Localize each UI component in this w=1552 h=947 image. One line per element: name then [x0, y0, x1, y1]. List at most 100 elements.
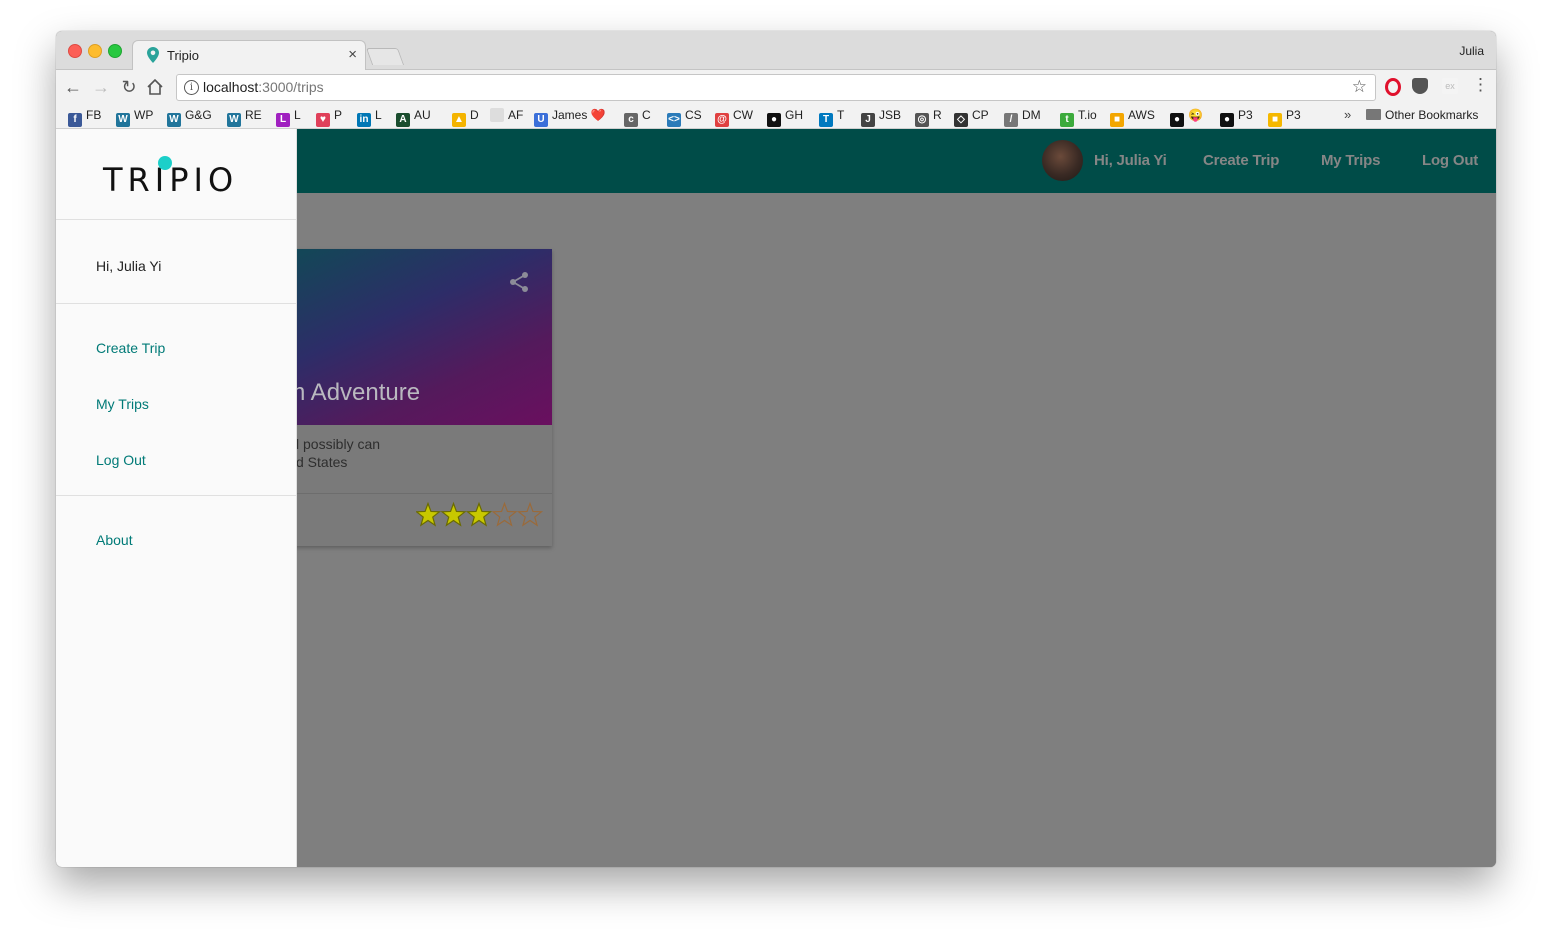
browser-tab-active[interactable]: Tripio × — [132, 40, 366, 71]
bookmark-item[interactable]: @ CW — [715, 108, 753, 127]
bookmark-item[interactable]: ◇ CP — [954, 108, 989, 127]
avatar[interactable] — [1042, 140, 1083, 181]
bookmark-item[interactable]: f FB — [68, 108, 102, 127]
map-pin-icon — [147, 47, 159, 63]
url-text[interactable]: localhost:3000/trips — [203, 79, 324, 95]
tab-title: Tripio — [167, 48, 200, 63]
bookmark-item[interactable]: ● GH — [767, 108, 803, 127]
bookmark-favicon-icon: @ — [715, 113, 729, 127]
bookmark-item[interactable]: ▲ D — [452, 108, 479, 127]
bookmark-label: FB — [86, 108, 102, 122]
bookmark-item[interactable]: TT — [819, 108, 845, 127]
bookmark-item[interactable]: W WP — [116, 108, 153, 127]
bookmark-label: CW — [733, 108, 753, 122]
home-icon[interactable] — [146, 79, 164, 95]
star-filled-icon[interactable] — [440, 501, 467, 527]
bookmark-label: T — [837, 108, 845, 122]
bookmark-favicon-icon: ■ — [1110, 113, 1124, 127]
ex-extension-icon[interactable]: ex — [1442, 78, 1458, 94]
bookmark-favicon-icon: t — [1060, 113, 1074, 127]
drawer-log-out-link[interactable]: Log Out — [96, 452, 146, 468]
bookmark-favicon-icon: T — [819, 113, 833, 127]
bookmark-item[interactable]: in L — [357, 108, 382, 127]
info-icon[interactable]: i — [184, 80, 199, 95]
bookmark-label: JSB — [879, 108, 902, 122]
header-my-trips-link[interactable]: My Trips — [1321, 152, 1380, 169]
bookmark-favicon-icon: ● — [1170, 113, 1184, 127]
bookmark-label: G&G — [185, 108, 212, 122]
bookmark-label: P3 — [1286, 108, 1301, 122]
profile-name[interactable]: Julia — [1459, 44, 1484, 58]
close-window-button[interactable] — [68, 44, 82, 58]
bookmark-favicon-icon: W — [167, 113, 181, 127]
bookmark-item[interactable]: t T.io — [1060, 108, 1097, 127]
reload-icon[interactable]: ↻ — [118, 76, 140, 98]
trip-card-line-1: l possibly can — [296, 436, 381, 452]
header-log-out-link[interactable]: Log Out — [1422, 152, 1478, 169]
bookmark-favicon-icon: ▲ — [452, 113, 466, 127]
bookmarks-overflow-icon[interactable]: » — [1344, 107, 1351, 122]
forward-arrow-icon[interactable]: → — [90, 76, 112, 98]
bookmark-item[interactable]: cC — [624, 108, 651, 127]
star-filled-icon[interactable] — [465, 501, 493, 527]
bookmark-favicon-icon: c — [624, 113, 638, 127]
address-bar[interactable]: i localhost:3000/trips ☆ — [176, 74, 1376, 101]
drawer-create-trip-link[interactable]: Create Trip — [96, 340, 165, 356]
new-tab-button[interactable] — [365, 48, 405, 65]
bookmark-item[interactable]: <> CS — [667, 108, 702, 127]
back-arrow-icon[interactable]: ← — [62, 76, 84, 98]
trip-card-line-2: d States — [296, 454, 348, 470]
bookmark-favicon-icon: ● — [1220, 113, 1234, 127]
browser-toolbar: ← → ↻ i localhost:3000/trips ☆ ex ⋮ — [56, 70, 1496, 104]
browser-titlebar: Tripio × Julia — [56, 31, 1496, 71]
bookmark-item[interactable]: ● 😜 — [1170, 108, 1203, 127]
bookmark-item[interactable]: / DM — [1004, 108, 1041, 127]
bookmark-label: P — [334, 108, 343, 122]
header-create-trip-link[interactable]: Create Trip — [1203, 152, 1279, 169]
bookmark-label: D — [470, 108, 479, 122]
drawer-my-trips-link[interactable]: My Trips — [96, 396, 149, 412]
fullscreen-window-button[interactable] — [108, 44, 122, 58]
bookmark-label: L — [375, 108, 382, 122]
star-filled-icon[interactable] — [416, 501, 442, 527]
logo-dot — [158, 156, 172, 170]
drawer-divider — [56, 495, 296, 496]
opera-extension-icon[interactable] — [1385, 78, 1401, 96]
browser-menu-icon[interactable]: ⋮ — [1472, 75, 1489, 95]
bookmark-item[interactable]: AF — [490, 108, 523, 124]
bookmarks-bar: f FB W WP W G&G W RE L L ♥ Pin L A AU ▲ D AF U James ❤️ c C <>… — [56, 104, 1496, 129]
bookmark-item[interactable]: ♥ P — [316, 108, 343, 127]
bookmark-item[interactable]: ● P3 — [1220, 108, 1253, 127]
drawer-greeting: Hi, Julia Yi — [96, 258, 162, 274]
bookmark-label: RE — [245, 108, 262, 122]
bookmark-item[interactable]: ■ P3 — [1268, 108, 1301, 127]
bookmark-item[interactable]: J JSB — [861, 108, 902, 127]
bookmark-item[interactable]: ■ AWS — [1110, 108, 1155, 127]
bookmark-favicon-icon: in — [357, 113, 371, 127]
star-empty-icon[interactable] — [516, 501, 544, 527]
bookmark-label: AU — [414, 108, 431, 122]
bookmark-label: T.io — [1078, 108, 1097, 122]
minimize-window-button[interactable] — [88, 44, 102, 58]
bookmark-star-icon[interactable]: ☆ — [1352, 77, 1367, 97]
bookmark-label: AF — [508, 108, 524, 122]
pocket-extension-icon[interactable] — [1412, 78, 1428, 94]
browser-window: Tripio × Julia ← → ↻ i localhost:3000/tr… — [56, 31, 1496, 867]
bookmark-item[interactable]: ◎ R — [915, 108, 942, 127]
bookmark-item[interactable]: LL — [276, 108, 301, 127]
star-rating[interactable] — [416, 501, 544, 529]
tab-close-icon[interactable]: × — [348, 46, 357, 63]
bookmark-favicon-icon: W — [227, 113, 241, 127]
bookmark-item[interactable]: A AU — [396, 108, 431, 127]
bookmark-label: James ❤️ — [552, 108, 606, 122]
bookmark-item[interactable]: U James ❤️ — [534, 108, 606, 127]
star-empty-icon[interactable] — [491, 501, 518, 527]
bookmark-label: L — [294, 108, 301, 122]
header-greeting: Hi, Julia Yi — [1094, 152, 1167, 169]
bookmark-favicon-icon: ● — [767, 113, 781, 127]
drawer-about-link[interactable]: About — [96, 532, 133, 548]
other-bookmarks-folder[interactable]: Other Bookmarks — [1366, 108, 1478, 122]
bookmark-item[interactable]: W G&G — [167, 108, 212, 127]
share-icon[interactable] — [508, 271, 530, 293]
bookmark-item[interactable]: W RE — [227, 108, 262, 127]
